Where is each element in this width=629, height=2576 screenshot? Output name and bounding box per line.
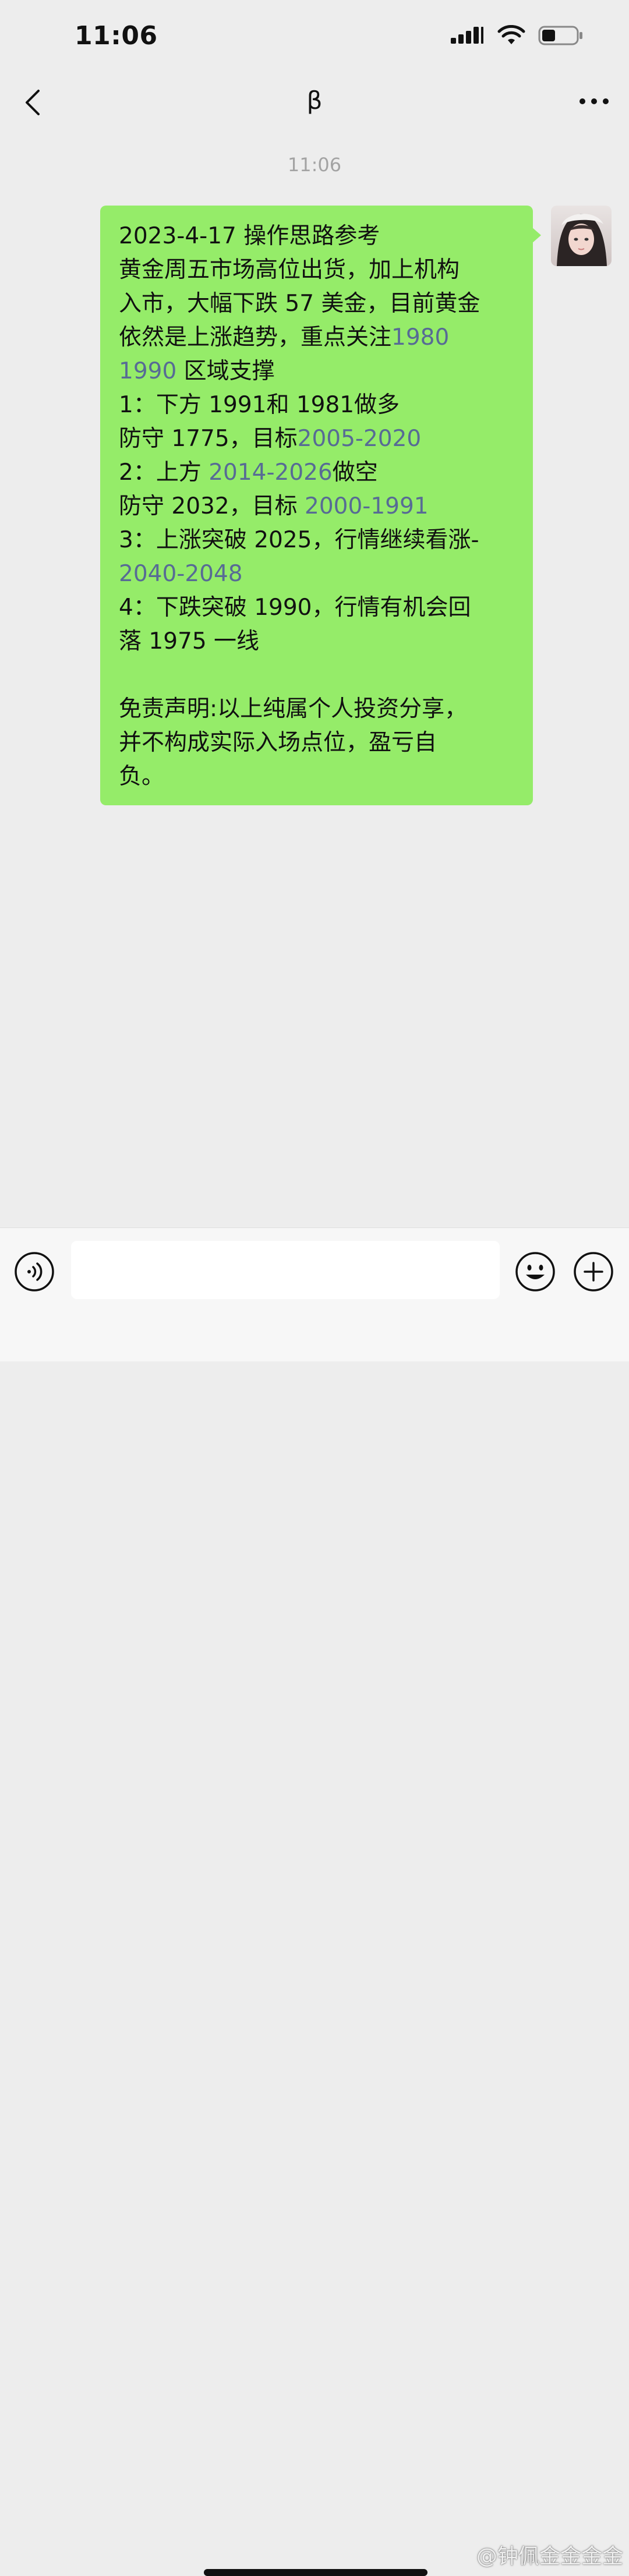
message-line: 防守 2032，目标 2000-1991	[119, 490, 515, 523]
price-number: 1990	[119, 358, 177, 384]
message-line: 依然是上涨趋势，重点关注1980	[119, 321, 515, 355]
message-line: 入市，大幅下跌 57 美金，目前黄金	[119, 287, 515, 321]
message-text: 1：下方 1991和 1981做多	[119, 392, 400, 418]
chat-timestamp: 11:06	[287, 154, 342, 176]
price-number: 2000-1991	[305, 493, 429, 519]
emoji-icon	[515, 1252, 555, 1291]
message-text: 3：上涨突破 2025，行情继续看涨-	[119, 527, 479, 553]
signal-icon	[451, 27, 483, 44]
avatar[interactable]	[551, 206, 612, 266]
message-text: 4：下跌突破 1990，行情有机会回	[119, 595, 471, 621]
message-text: 入市，大幅下跌 57 美金，目前黄金	[119, 291, 480, 317]
message-line: 1：下方 1991和 1981做多	[119, 388, 515, 422]
more-button[interactable]	[577, 89, 612, 114]
message-line: 落 1975 一线	[119, 625, 515, 659]
message-text: 做空	[332, 459, 378, 486]
message-line: 2：上方 2014-2026做空	[119, 456, 515, 490]
chat-title: β	[306, 86, 323, 115]
price-number: 2014-2026	[209, 459, 333, 486]
message-line: 防守 1775，目标2005-2020	[119, 422, 515, 456]
message-text: 区域支撑	[176, 358, 275, 384]
message-line: 2023-4-17 操作思路参考	[119, 220, 515, 253]
message-text: 2023-4-17 操作思路参考	[119, 223, 380, 249]
message-line: 免责声明:以上纯属个人投资分享，	[119, 692, 515, 726]
battery-icon	[538, 26, 582, 45]
home-indicator	[204, 2569, 427, 2576]
message-line: 负。	[119, 760, 515, 794]
status-time: 11:06	[75, 21, 158, 51]
watermark: @钟佩金金金金	[476, 2545, 623, 2568]
nav-bar: β	[0, 76, 629, 128]
message-line: 4：下跌突破 1990，行情有机会回	[119, 591, 515, 625]
message-line: 并不构成实际入场点位，盈亏自	[119, 726, 515, 760]
more-dots-icon	[579, 98, 609, 104]
status-bar: 11:06	[0, 0, 629, 76]
message-text: 黄金周五市场高位出货，加上机构	[119, 257, 460, 283]
bubble-tail	[532, 227, 541, 243]
message-text: 2：上方	[119, 459, 209, 486]
message-text: 防守 2032，目标	[119, 493, 305, 519]
price-number: 2005-2020	[297, 426, 422, 452]
voice-button[interactable]	[14, 1251, 55, 1292]
voice-icon	[15, 1252, 54, 1291]
message-text: 并不构成实际入场点位，盈亏自	[119, 730, 437, 756]
message-text: 依然是上涨趋势，重点关注	[119, 324, 392, 351]
wifi-icon	[497, 25, 525, 44]
message-text: 落 1975 一线	[119, 628, 260, 654]
price-number: 2040-2048	[119, 561, 243, 587]
message-line: 3：上涨突破 2025，行情继续看涨-	[119, 523, 515, 557]
price-number: 1980	[391, 324, 450, 351]
message-line: 2040-2048	[119, 557, 515, 591]
plus-button[interactable]	[573, 1251, 614, 1292]
plus-icon	[574, 1252, 613, 1291]
message-line: 黄金周五市场高位出货，加上机构	[119, 253, 515, 287]
message-bubble[interactable]: 2023-4-17 操作思路参考黄金周五市场高位出货，加上机构 入市，大幅下跌 5…	[100, 206, 533, 805]
input-bar: @钟佩金金金金	[0, 1227, 629, 2576]
message-text: 防守 1775，目标	[119, 426, 298, 452]
message-line: 1990 区域支撑	[119, 355, 515, 388]
message-input[interactable]	[71, 1241, 500, 1299]
message-text: 免责声明:以上纯属个人投资分享，	[119, 696, 468, 722]
message-text: 负。	[119, 763, 165, 790]
emoji-button[interactable]	[515, 1251, 556, 1292]
status-icons	[450, 24, 584, 47]
